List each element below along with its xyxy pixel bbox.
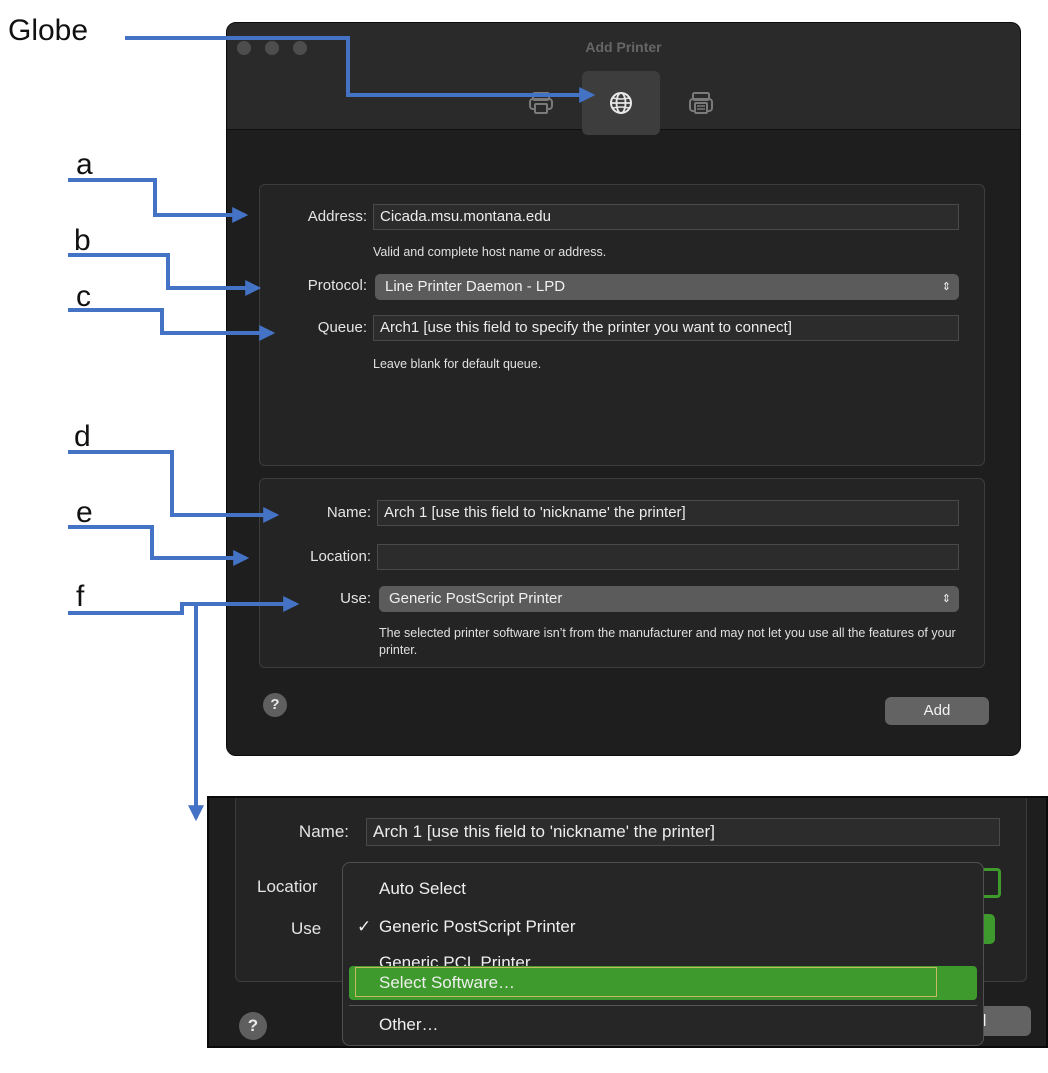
callout-c: c: [76, 280, 91, 313]
callout-b: b: [74, 224, 91, 257]
callout-f: f: [76, 580, 85, 613]
arrow-e: [68, 525, 250, 566]
callout-arrows: [68, 36, 596, 822]
arrow-d: [68, 450, 280, 523]
callout-d: d: [74, 420, 91, 453]
callout-globe: Globe: [8, 14, 89, 47]
arrow-b: [68, 253, 262, 296]
callout-e: e: [76, 496, 93, 529]
arrow-f: [68, 596, 300, 615]
callout-a: a: [76, 148, 93, 181]
arrow-a: [68, 178, 249, 223]
globe-arrow: [125, 36, 596, 103]
arrow-c: [68, 308, 276, 341]
